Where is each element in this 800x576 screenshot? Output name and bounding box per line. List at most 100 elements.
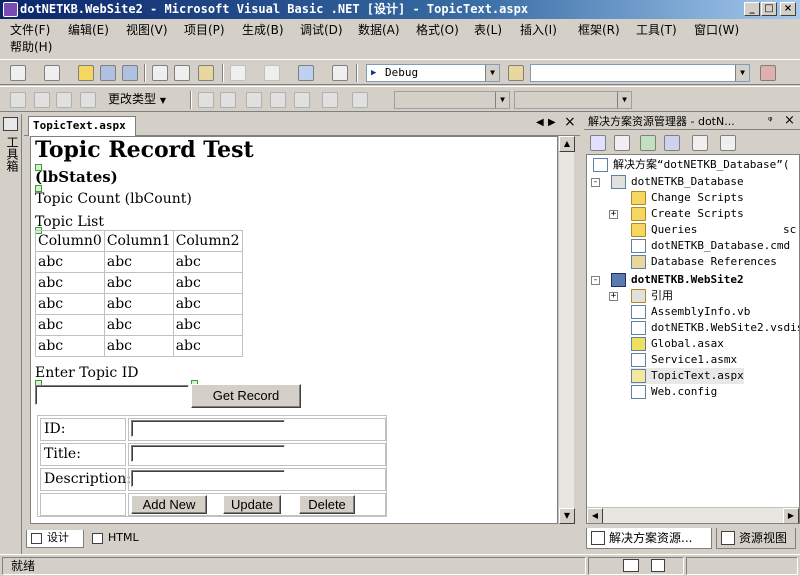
paste-icon[interactable] — [198, 65, 214, 81]
navigate-forward-icon[interactable] — [332, 65, 348, 81]
id-input[interactable] — [131, 420, 285, 437]
verify-sql-icon[interactable] — [220, 92, 236, 108]
menu-view[interactable]: 视图(V) — [126, 21, 168, 39]
vertical-scrollbar[interactable]: ▲ ▼ — [558, 136, 575, 524]
cut-icon[interactable] — [152, 65, 168, 81]
find-in-files-icon[interactable] — [508, 65, 524, 81]
tree-item[interactable]: Database References — [631, 254, 777, 270]
find-combo[interactable]: ▼ — [530, 64, 750, 82]
horizontal-scrollbar[interactable]: ◀ ▶ — [587, 507, 799, 523]
copy-project-icon[interactable] — [692, 135, 708, 151]
topic-datagrid[interactable]: Column0 Column1 Column2 abc abc abc abc … — [35, 230, 243, 357]
menu-frames[interactable]: 框架(R) — [578, 21, 620, 39]
collapse-icon[interactable]: - — [591, 178, 600, 187]
minimize-button[interactable]: _ — [744, 2, 760, 16]
tree-item[interactable]: Change Scripts — [631, 190, 744, 206]
dropdown-arrow-icon[interactable]: ▼ — [485, 65, 499, 81]
app-icon[interactable] — [3, 2, 18, 17]
redo-icon[interactable] — [264, 65, 280, 81]
scroll-up-icon[interactable]: ▲ — [559, 136, 575, 152]
menu-build[interactable]: 生成(B) — [242, 21, 284, 39]
add-table-icon[interactable] — [352, 92, 368, 108]
tab-solution-explorer[interactable]: 解决方案资源... — [586, 528, 712, 549]
topic-id-input[interactable] — [35, 385, 189, 405]
solution-tree[interactable]: 解决方案“dotNETKB_Database”( - dotNETKB_Data… — [586, 154, 800, 524]
add-new-button[interactable]: Add New — [131, 495, 207, 514]
table-icon[interactable] — [34, 92, 50, 108]
collapse-icon[interactable]: - — [591, 276, 600, 285]
menu-project[interactable]: 项目(P) — [184, 21, 225, 39]
save-icon[interactable] — [100, 65, 116, 81]
tree-web-project-node[interactable]: dotNETKB.WebSite2 — [611, 272, 744, 288]
menu-format[interactable]: 格式(O) — [416, 21, 459, 39]
run-query-icon[interactable] — [198, 92, 214, 108]
expand-icon[interactable]: + — [609, 292, 618, 301]
sort-ascending-icon[interactable] — [246, 92, 262, 108]
tree-item[interactable]: dotNETKB.WebSite2.vsdisco — [631, 320, 799, 336]
tree-db-project-node[interactable]: dotNETKB_Database — [611, 174, 744, 190]
remove-filter-icon[interactable] — [294, 92, 310, 108]
tab-design[interactable]: 设计 — [26, 530, 84, 548]
tree-item[interactable]: Create Scripts — [631, 206, 744, 222]
tree-item[interactable]: Queries — [631, 222, 697, 238]
results-icon[interactable] — [80, 92, 96, 108]
menu-debug[interactable]: 调试(D) — [300, 21, 343, 39]
new-project-icon[interactable] — [10, 65, 26, 81]
show-all-files-icon[interactable] — [664, 135, 680, 151]
tab-prev-icon[interactable]: ◀ — [536, 117, 544, 128]
maximize-button[interactable]: □ — [761, 2, 777, 16]
toolbox-strip[interactable]: 工具箱 — [0, 114, 22, 554]
grid-icon[interactable] — [10, 92, 26, 108]
tab-next-icon[interactable]: ▶ — [548, 117, 556, 128]
delete-button[interactable]: Delete — [299, 495, 355, 514]
scroll-down-icon[interactable]: ▼ — [559, 508, 575, 524]
tree-solution-node[interactable]: 解决方案“dotNETKB_Database”( — [593, 157, 789, 173]
menu-window[interactable]: 窗口(W) — [694, 21, 739, 39]
description-input[interactable] — [131, 470, 285, 487]
group-by-icon[interactable] — [322, 92, 338, 108]
undo-icon[interactable] — [230, 65, 246, 81]
solution-explorer-icon[interactable] — [760, 65, 776, 81]
menu-data[interactable]: 数据(A) — [358, 21, 400, 39]
navigate-backward-icon[interactable] — [298, 65, 314, 81]
tab-topictext-aspx[interactable]: TopicText.aspx — [28, 116, 136, 136]
tree-item[interactable]: AssemblyInfo.vb — [631, 304, 750, 320]
topic-count-label[interactable]: Topic Count (lbCount) — [35, 191, 192, 207]
design-canvas[interactable]: Topic Record Test (lbStates) Topic Count… — [30, 136, 558, 524]
close-button[interactable]: × — [780, 2, 796, 16]
toolbox-label[interactable]: 工具箱 — [4, 136, 19, 172]
tree-item[interactable]: 引用 — [631, 288, 673, 304]
copy-icon[interactable] — [174, 65, 190, 81]
menu-table[interactable]: 表(L) — [474, 21, 502, 39]
menu-file[interactable]: 文件(F) — [10, 21, 50, 39]
view-code-icon[interactable] — [590, 135, 606, 151]
tab-html[interactable]: HTML — [88, 530, 144, 548]
update-button[interactable]: Update — [223, 495, 281, 514]
tree-item[interactable]: Global.asax — [631, 336, 724, 352]
menu-edit[interactable]: 编辑(E) — [68, 21, 109, 39]
sort-descending-icon[interactable] — [270, 92, 286, 108]
menu-help[interactable]: 帮助(H) — [10, 38, 52, 56]
tree-item[interactable]: Web.config — [631, 384, 717, 400]
close-panel-icon[interactable]: × — [784, 113, 795, 128]
pin-icon[interactable]: ᵠ — [768, 114, 773, 127]
refresh-icon[interactable] — [640, 135, 656, 151]
scroll-right-icon[interactable]: ▶ — [783, 508, 799, 523]
add-item-icon[interactable] — [44, 65, 60, 81]
help-icon[interactable] — [651, 559, 665, 572]
dropdown-arrow-icon[interactable]: ▼ — [735, 65, 749, 81]
solution-config-select[interactable]: ▶ Debug ▼ — [366, 64, 500, 82]
menu-insert[interactable]: 插入(I) — [520, 21, 557, 39]
tree-item-selected[interactable]: TopicText.aspx — [631, 368, 744, 384]
save-all-icon[interactable] — [122, 65, 138, 81]
tree-item[interactable]: dotNETKB_Database.cmd — [631, 238, 790, 254]
lbstates-label[interactable]: (lbStates) — [35, 168, 118, 186]
view-designer-icon[interactable] — [614, 135, 630, 151]
tree-item[interactable]: Service1.asmx — [631, 352, 737, 368]
open-folder-icon[interactable] — [78, 65, 94, 81]
get-record-button[interactable]: Get Record — [191, 384, 301, 408]
title-input[interactable] — [131, 445, 285, 462]
expand-icon[interactable]: + — [609, 210, 618, 219]
menu-tools[interactable]: 工具(T) — [636, 21, 677, 39]
sql-icon[interactable] — [56, 92, 72, 108]
